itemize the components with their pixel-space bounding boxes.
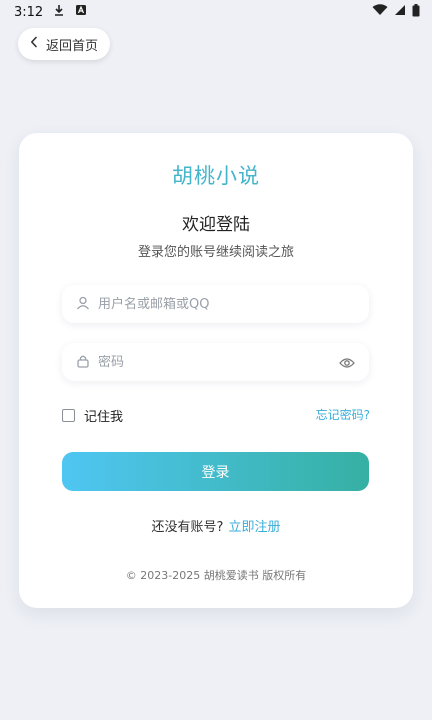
signup-prompt-row: 还没有账号? 立即注册 (19, 516, 413, 535)
password-field[interactable] (62, 343, 369, 381)
notification-a-icon (75, 4, 87, 20)
username-field[interactable] (62, 285, 369, 323)
password-input[interactable] (98, 354, 318, 370)
copyright: © 2023-2025 胡桃爱读书 版权所有 (125, 569, 307, 582)
signup-link[interactable]: 立即注册 (228, 520, 280, 535)
remember-me[interactable]: 记住我 (62, 406, 123, 425)
forgot-password-link[interactable]: 忘记密码? (316, 406, 370, 423)
user-icon (76, 295, 90, 314)
wifi-icon (372, 4, 388, 20)
welcome-subtitle: 登录您的账号继续阅读之旅 (137, 245, 294, 260)
status-time: 3:12 (14, 4, 44, 20)
welcome-heading: 欢迎登陆 (182, 215, 250, 235)
back-home-label: 返回首页 (46, 38, 99, 54)
lock-icon (76, 353, 90, 372)
battery-icon (412, 3, 420, 21)
login-button[interactable]: 登录 (62, 452, 369, 491)
chevron-left-icon (30, 36, 38, 52)
eye-icon[interactable] (339, 354, 355, 373)
download-icon (53, 4, 65, 20)
status-left: 3:12 (14, 4, 87, 20)
login-card: 胡桃小说 欢迎登陆 登录您的账号继续阅读之旅 记住我 忘记密码? 登录 还没有账… (19, 133, 413, 608)
status-right (372, 3, 420, 21)
signal-icon (394, 4, 406, 20)
remember-checkbox[interactable] (62, 409, 75, 422)
back-home-button[interactable]: 返回首页 (18, 28, 110, 60)
status-bar: 3:12 (0, 0, 432, 24)
signup-prompt: 还没有账号? (151, 520, 224, 535)
username-input[interactable] (98, 296, 318, 312)
app-title: 胡桃小说 (172, 164, 260, 188)
remember-label: 记住我 (84, 410, 124, 425)
